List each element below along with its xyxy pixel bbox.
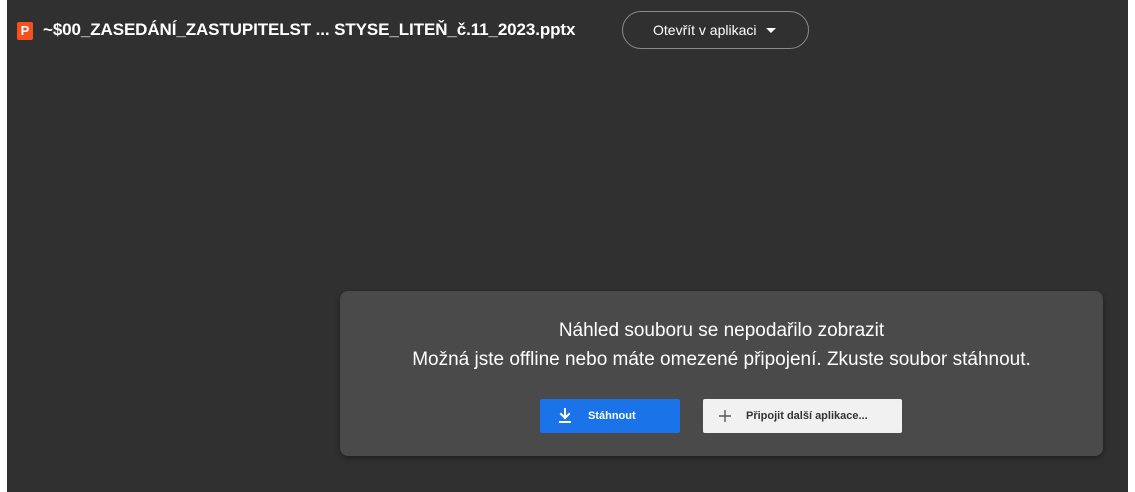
connect-more-apps-button[interactable]: Připojit další aplikace...: [703, 399, 902, 433]
dialog-title: Náhled souboru se nepodařilo zobrazit: [558, 320, 885, 341]
open-in-app-button[interactable]: Otevřít v aplikaci: [622, 11, 809, 49]
top-bar: P ~$00_ZASEDÁNÍ_ZASTUPITELST ... STYSE_L…: [7, 0, 1128, 62]
download-icon: [556, 407, 574, 425]
dialog-message: Možná jste offline nebo máte omezené při…: [412, 349, 1031, 370]
download-button-label: Stáhnout: [588, 410, 636, 422]
preview-error-dialog: Náhled souboru se nepodařilo zobrazit Mo…: [340, 291, 1103, 456]
caret-down-icon: [766, 27, 777, 33]
open-in-app-label: Otevřít v aplikaci: [653, 22, 757, 38]
connect-more-apps-label: Připojit další aplikace...: [746, 410, 868, 422]
powerpoint-file-icon: P: [17, 22, 33, 40]
file-preview-viewer: P ~$00_ZASEDÁNÍ_ZASTUPITELST ... STYSE_L…: [7, 0, 1128, 492]
download-button[interactable]: Stáhnout: [540, 399, 680, 433]
plus-icon: [718, 409, 732, 423]
file-name: ~$00_ZASEDÁNÍ_ZASTUPITELST ... STYSE_LIT…: [43, 20, 576, 39]
